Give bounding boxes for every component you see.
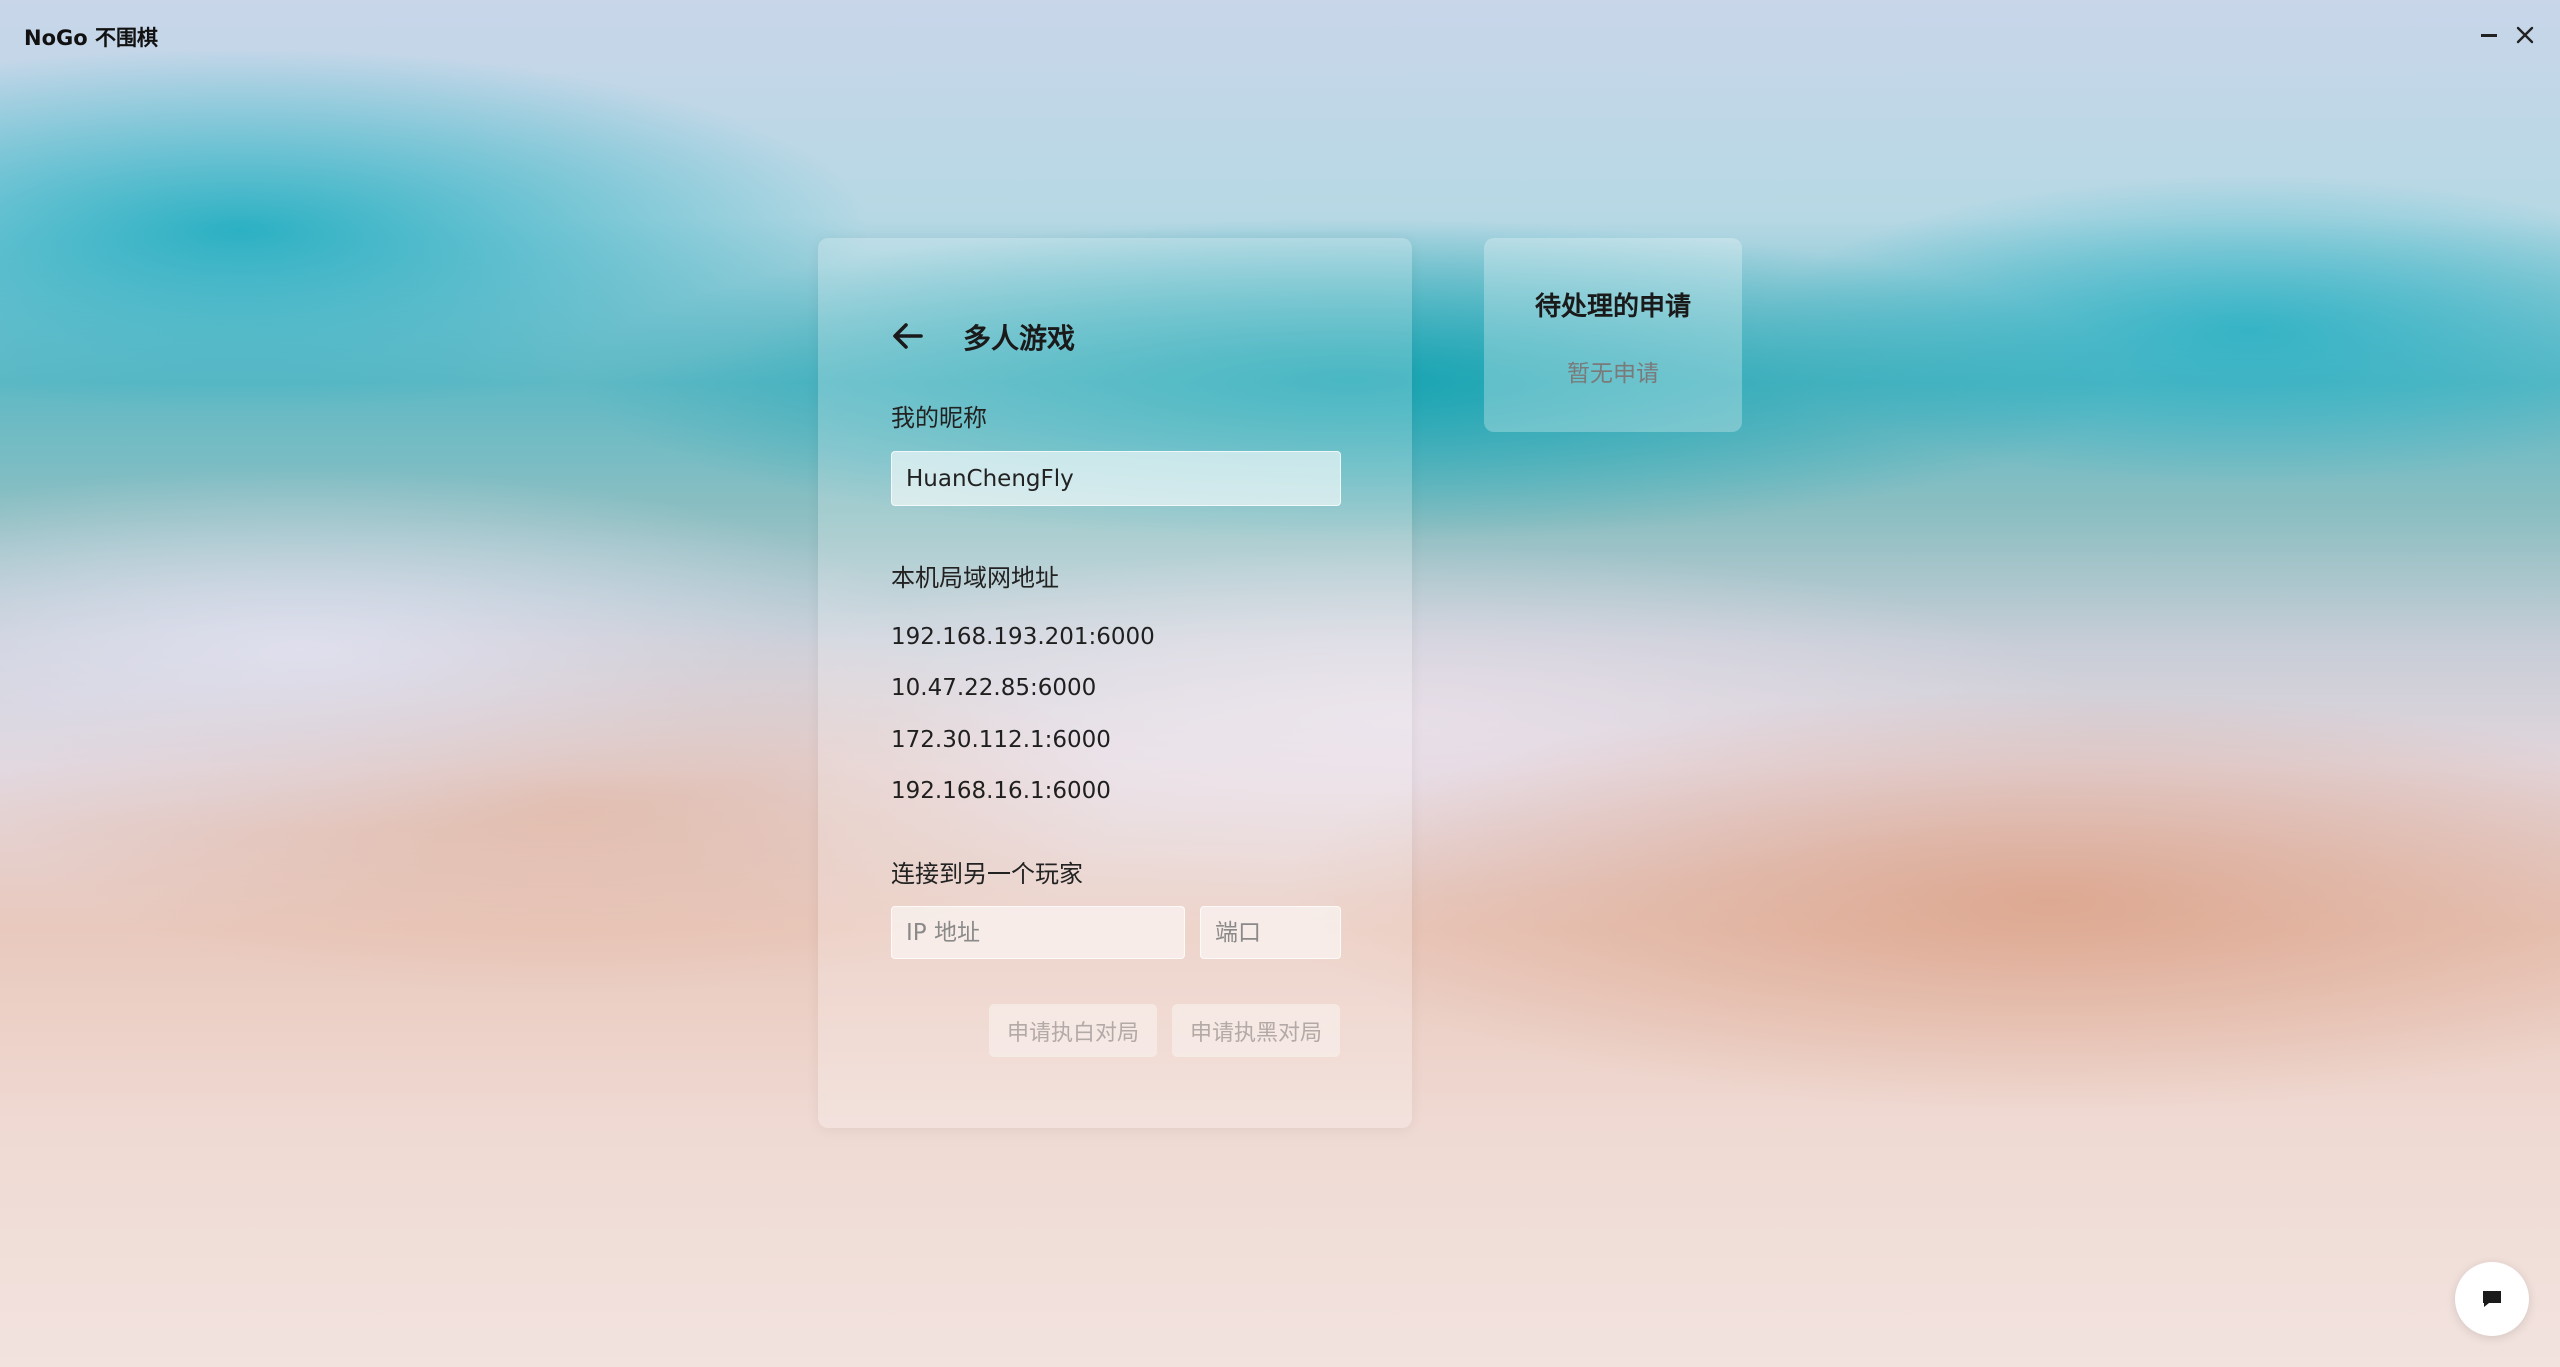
lan-address-item: 192.168.193.201:6000 xyxy=(891,624,1155,650)
nickname-input[interactable] xyxy=(891,451,1341,506)
connect-label: 连接到另一个玩家 xyxy=(891,860,1083,888)
lan-address-item: 10.47.22.85:6000 xyxy=(891,675,1097,701)
ip-address-input[interactable] xyxy=(891,906,1185,959)
lan-address-label: 本机局域网地址 xyxy=(891,564,1059,592)
chat-button[interactable] xyxy=(2455,1262,2529,1336)
chat-bubble-icon xyxy=(2483,1291,2501,1307)
pending-requests-card: 待处理的申请 暂无申请 xyxy=(1484,238,1742,432)
page-title: 多人游戏 xyxy=(963,322,1076,355)
multiplayer-card: 多人游戏 我的昵称 本机局域网地址 192.168.193.201:6000 1… xyxy=(818,238,1412,1128)
minimize-button[interactable] xyxy=(2472,18,2506,52)
request-black-button[interactable]: 申请执黑对局 xyxy=(1172,1004,1340,1057)
arrow-left-icon xyxy=(893,323,923,349)
title-bar: NoGo 不围棋 xyxy=(0,0,2560,72)
back-button[interactable] xyxy=(880,308,936,364)
request-white-button[interactable]: 申请执白对局 xyxy=(989,1004,1157,1057)
minimize-icon xyxy=(2481,33,2497,37)
port-input[interactable] xyxy=(1200,906,1341,959)
nickname-label: 我的昵称 xyxy=(891,404,987,432)
pending-requests-empty: 暂无申请 xyxy=(1567,361,1659,387)
close-icon xyxy=(2516,26,2534,44)
app-title: NoGo 不围棋 xyxy=(24,26,158,50)
close-button[interactable] xyxy=(2508,18,2542,52)
lan-address-item: 192.168.16.1:6000 xyxy=(891,778,1111,804)
pending-requests-title: 待处理的申请 xyxy=(1534,292,1691,322)
lan-address-item: 172.30.112.1:6000 xyxy=(891,727,1111,753)
